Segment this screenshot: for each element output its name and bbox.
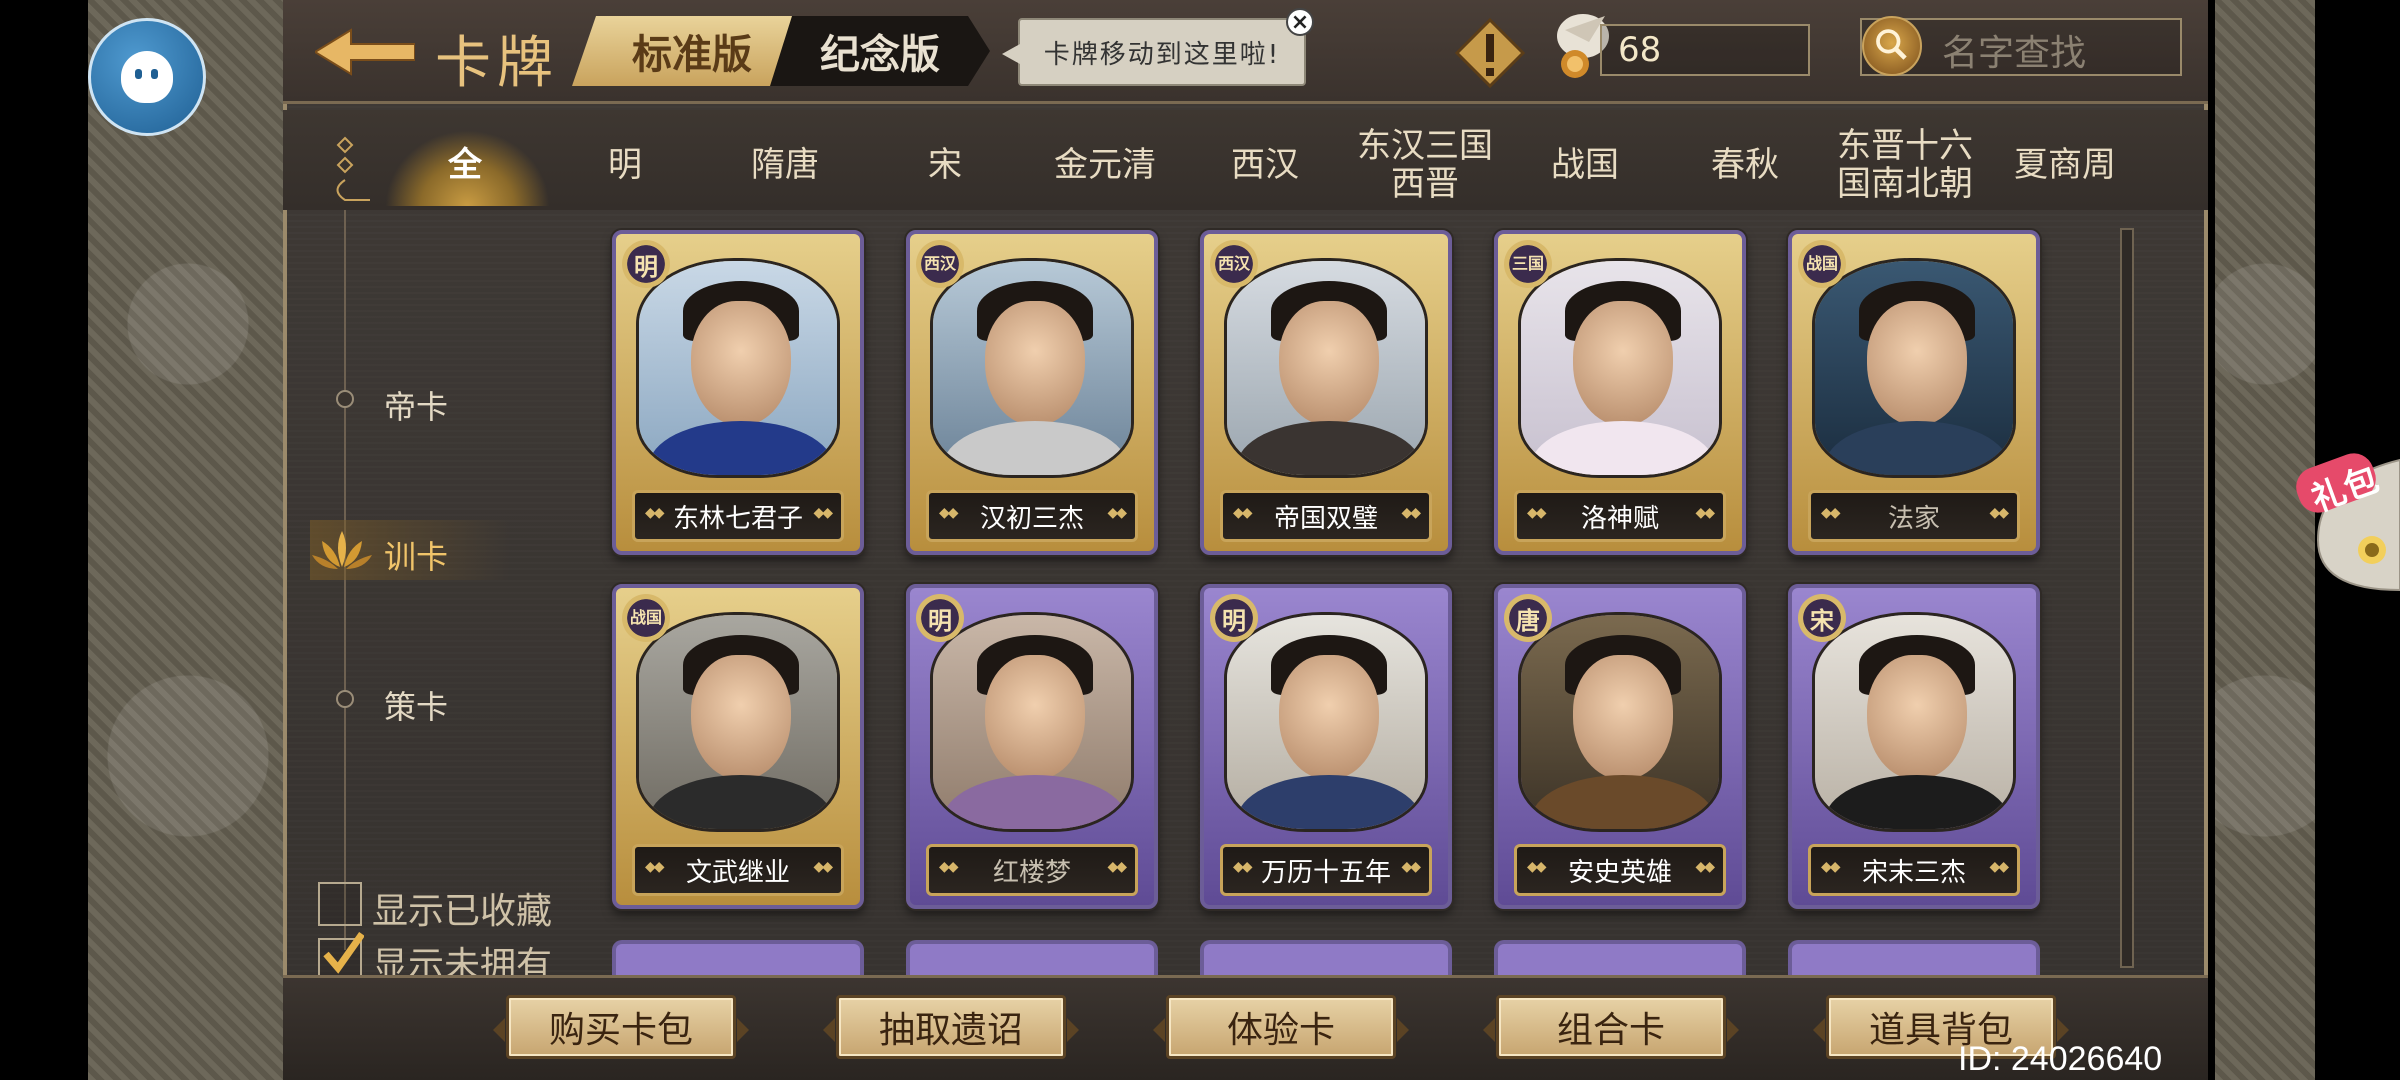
- card-portrait: [636, 258, 840, 478]
- card-item[interactable]: 西汉汉初三杰: [906, 230, 1158, 555]
- card-partial[interactable]: [1788, 940, 2040, 980]
- card-item[interactable]: 战国文武继业: [612, 584, 864, 909]
- dynasty-badge: 宋: [1798, 594, 1846, 642]
- card-label: 汉初三杰: [926, 490, 1138, 542]
- combo-card-button[interactable]: 组合卡: [1483, 995, 1739, 1059]
- dynasty-tab-xihan[interactable]: 西汉: [1185, 130, 1345, 200]
- card-portrait: [1518, 612, 1722, 832]
- card-item[interactable]: 战国法家: [1788, 230, 2040, 555]
- tab-memorial-edition[interactable]: 纪念版: [770, 16, 990, 86]
- dynasty-tab-all[interactable]: 全: [385, 130, 545, 200]
- draw-edict-button[interactable]: 抽取遗诏: [823, 995, 1079, 1059]
- card-partial[interactable]: [612, 940, 864, 980]
- dynasty-badge: 战国: [622, 594, 670, 642]
- game-screen: 卡牌 标准版 纪念版 卡牌移动到这里啦! × 68 名字查找 全 明 隋唐 宋 …: [0, 0, 2400, 1080]
- hint-tooltip: 卡牌移动到这里啦!: [1002, 18, 1306, 86]
- card-scrollbar[interactable]: [2120, 228, 2134, 968]
- assistant-bubble-icon[interactable]: [88, 18, 206, 136]
- show-collected-label: 显示已收藏: [372, 891, 553, 932]
- dynasty-tab-song[interactable]: 宋: [865, 130, 1025, 200]
- category-rail: [344, 210, 346, 950]
- card-portrait: [930, 612, 1134, 832]
- card-label: 红楼梦: [926, 844, 1138, 896]
- decorative-backdrop-left: [88, 0, 288, 1080]
- dynasty-tab-donghan-sanguo-xijin[interactable]: 东汉三国 西晋: [1345, 127, 1505, 203]
- card-item[interactable]: 宋宋末三杰: [1788, 584, 2040, 909]
- card-label: 万历十五年: [1220, 844, 1432, 896]
- show-collected-checkbox[interactable]: [318, 882, 362, 926]
- dynasty-tab-xiashangzhou[interactable]: 夏商周: [1985, 130, 2145, 200]
- card-portrait: [636, 612, 840, 832]
- card-item[interactable]: 唐安史英雄: [1494, 584, 1746, 909]
- dynasty-badge: 西汉: [916, 240, 964, 288]
- dynasty-badge: 明: [622, 240, 670, 288]
- dynasty-badge: 唐: [1504, 594, 1552, 642]
- card-partial[interactable]: [1200, 940, 1452, 980]
- dynasty-badge: 明: [916, 594, 964, 642]
- gift-pack-button[interactable]: 礼包: [2288, 440, 2400, 600]
- category-emperor-card[interactable]: 帝卡: [384, 382, 448, 428]
- alert-icon[interactable]: [1454, 17, 1526, 89]
- card-item[interactable]: 西汉帝国双璧: [1200, 230, 1452, 555]
- category-strategy-card[interactable]: 策卡: [384, 682, 448, 728]
- dynasty-tab-jinyuanqing[interactable]: 金元清: [1025, 130, 1185, 200]
- ornament-icon: [330, 130, 370, 210]
- card-label: 安史英雄: [1514, 844, 1726, 896]
- back-arrow-icon[interactable]: [313, 28, 416, 76]
- checkmark-icon: [320, 931, 365, 976]
- dynasty-badge: 三国: [1504, 240, 1552, 288]
- category-dot: [336, 390, 354, 408]
- card-item[interactable]: 明红楼梦: [906, 584, 1158, 909]
- card-label: 洛神赋: [1514, 490, 1726, 542]
- dynasty-tab-suitang[interactable]: 隋唐: [705, 130, 865, 200]
- lotus-icon: [310, 527, 374, 573]
- card-label: 东林七君子: [632, 490, 844, 542]
- buy-card-pack-button[interactable]: 购买卡包: [493, 995, 749, 1059]
- card-portrait: [1812, 612, 2016, 832]
- trial-card-button[interactable]: 体验卡: [1153, 995, 1409, 1059]
- page-title: 卡牌: [435, 31, 559, 96]
- card-partial[interactable]: [906, 940, 1158, 980]
- card-label: 法家: [1808, 490, 2020, 542]
- dynasty-tab-zhanguo[interactable]: 战国: [1505, 130, 1665, 200]
- dynasty-badge: 明: [1210, 594, 1258, 642]
- card-portrait: [930, 258, 1134, 478]
- dynasty-badge: 西汉: [1210, 240, 1258, 288]
- card-label: 文武继业: [632, 844, 844, 896]
- dynasty-badge: 战国: [1798, 240, 1846, 288]
- card-portrait: [1224, 612, 1428, 832]
- card-label: 帝国双璧: [1220, 490, 1432, 542]
- category-dot: [336, 690, 354, 708]
- search-icon[interactable]: [1862, 16, 1922, 76]
- card-portrait: [1812, 258, 2016, 478]
- card-portrait: [1224, 258, 1428, 478]
- card-partial[interactable]: [1494, 940, 1746, 980]
- category-training-card[interactable]: 训卡: [384, 532, 448, 578]
- user-id: ID: 24026640: [1958, 1040, 2163, 1078]
- card-item[interactable]: 明东林七君子: [612, 230, 864, 555]
- currency-counter: 68: [1600, 24, 1810, 76]
- dynasty-tab-dongjin-nanbeichao[interactable]: 东晋十六 国南北朝: [1825, 127, 1985, 203]
- close-icon[interactable]: ×: [1286, 8, 1314, 36]
- card-item[interactable]: 三国洛神赋: [1494, 230, 1746, 555]
- card-item[interactable]: 明万历十五年: [1200, 584, 1452, 909]
- card-label: 宋末三杰: [1808, 844, 2020, 896]
- card-portrait: [1518, 258, 1722, 478]
- search-placeholder: 名字查找: [1942, 33, 2087, 74]
- dynasty-tab-chunqiu[interactable]: 春秋: [1665, 130, 1825, 200]
- dynasty-tab-ming[interactable]: 明: [545, 130, 705, 200]
